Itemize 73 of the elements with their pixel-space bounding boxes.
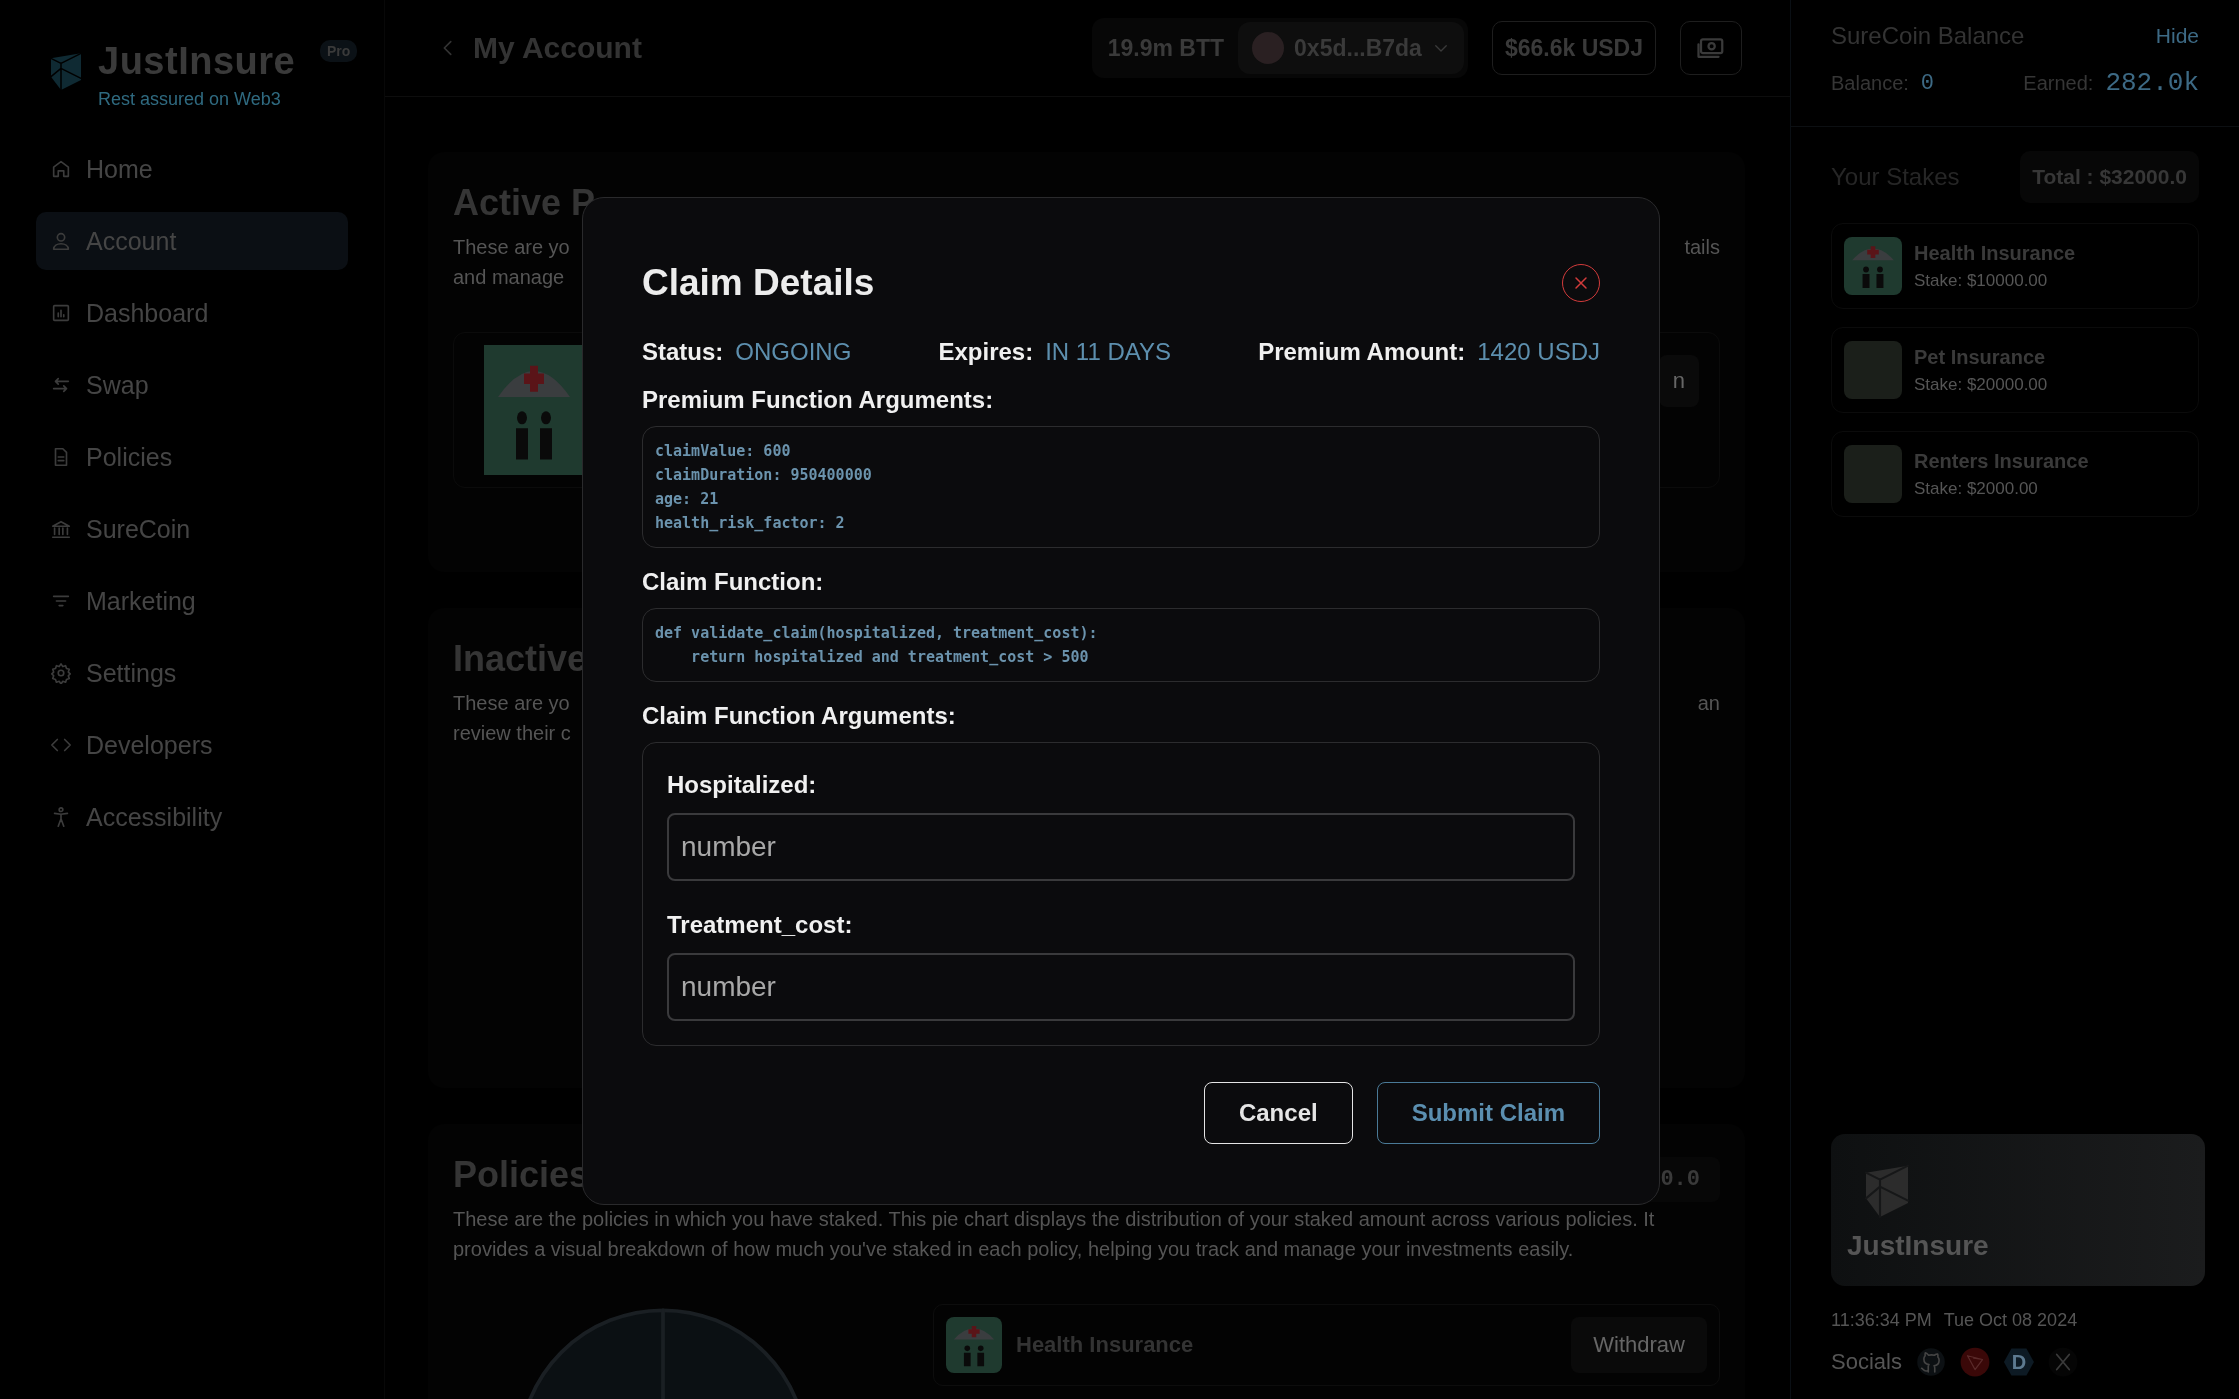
description-text: and manage	[453, 265, 566, 290]
nav-item[interactable]: Account	[36, 212, 348, 270]
stake-name: Health Insurance	[1914, 241, 2076, 265]
nav-item[interactable]: Accessibility	[36, 788, 348, 846]
brand-name: JustInsure	[98, 40, 296, 83]
policy-image	[946, 1317, 1002, 1373]
github-icon	[1915, 1347, 1946, 1377]
code-line: return hospitalized and treatment_cost > 500	[690, 647, 1090, 668]
brand-name: JustInsure	[1847, 1230, 1990, 1262]
earned-value: 282.0k	[2105, 68, 2199, 98]
field-label: Treatment_cost:	[667, 911, 854, 939]
nav-item[interactable]: Swap	[36, 356, 348, 414]
code-line: age: 21	[655, 489, 720, 510]
field-label: Hospitalized:	[667, 771, 818, 799]
policy-button[interactable]: n	[1658, 355, 1699, 407]
cancel-button[interactable]: Cancel	[1203, 1082, 1353, 1144]
code-line: health_risk_factor: 2	[655, 513, 846, 534]
triangle-logo-icon	[1959, 1347, 1990, 1377]
bank-icon	[50, 518, 72, 540]
photo-placeholder	[1844, 341, 1902, 399]
home-icon	[50, 158, 72, 180]
description-text: These are the policies in which you have staked. This pie chart displays the distribution of your staked amount across various policies. It provides a visual breakdown of how much you've staked in each policy, helping you track and manage your investments easily.	[453, 1207, 1656, 1262]
clock-time: 11:36:34 PM	[1831, 1310, 1932, 1331]
code-line: def validate_claim(hospitalized, treatment_cost):	[655, 623, 1099, 644]
submit-button[interactable]: Submit Claim	[1376, 1082, 1600, 1144]
input-field[interactable]: number	[667, 953, 1575, 1021]
modal-title: Claim Details	[642, 262, 875, 304]
field-label: Status:	[642, 338, 724, 366]
description-text: These are yo	[453, 235, 570, 260]
user-icon	[50, 230, 72, 252]
policy-image	[1844, 237, 1902, 295]
stake-card[interactable]: Renters Insurance Stake: $2000.00	[1831, 431, 2199, 517]
balance-value: 0	[1920, 70, 1935, 96]
field-value: IN 11 DAYS	[1045, 338, 1171, 366]
description-text: tails	[1684, 235, 1720, 260]
stake-amount: Stake: $10000.00	[1914, 270, 2049, 291]
field-label: Expires:	[938, 338, 1034, 366]
stake-amount: Stake: $2000.00	[1914, 478, 2039, 499]
photo-placeholder	[1844, 445, 1902, 503]
letter-logo-icon: D	[2003, 1347, 2034, 1377]
socials-label: Socials	[1831, 1349, 1902, 1375]
usdj-balance-button[interactable]: $66.6k USDJ	[1491, 21, 1656, 75]
stake-card[interactable]: Health Insurance Stake: $10000.00	[1831, 223, 2199, 309]
stake-name: Pet Insurance	[1914, 345, 2047, 369]
stake-card[interactable]: Pet Insurance Stake: $20000.00	[1831, 327, 2199, 413]
nav-item[interactable]: Settings	[36, 644, 348, 702]
withdraw-button[interactable]: Withdraw	[1571, 1317, 1707, 1373]
description-text: an	[1697, 691, 1720, 716]
description-text: These are yo	[453, 691, 571, 716]
nav-item[interactable]: Developers	[36, 716, 348, 774]
field-label: Premium Amount:	[1258, 338, 1466, 366]
input-field[interactable]: number	[667, 813, 1575, 881]
nav-item[interactable]: Policies	[36, 428, 348, 486]
code-line: claimValue: 600	[655, 441, 792, 462]
avatar-icon	[1252, 32, 1285, 64]
nav-item[interactable]: Home	[36, 140, 348, 198]
tagline: Rest assured on Web3	[98, 89, 282, 110]
hide-link[interactable]: Hide	[2155, 24, 2199, 48]
stake-amount: Stake: $20000.00	[1914, 374, 2048, 395]
stake-name: Renters Insurance	[1914, 449, 2089, 473]
nav-item[interactable]: Dashboard	[36, 284, 348, 342]
settings-icon	[50, 662, 72, 684]
section-heading: Premium Function Arguments:	[642, 386, 995, 414]
field-value: 1420 USDJ	[1477, 338, 1600, 366]
nav-item[interactable]: Marketing	[36, 572, 348, 630]
section-heading: Claim Function:	[642, 568, 825, 596]
section-heading: Claim Function Arguments:	[642, 702, 957, 730]
code-line: claimDuration: 950400000	[655, 465, 873, 486]
field-value: ONGOING	[735, 338, 852, 366]
clock-date: Tue Oct 08 2024	[1943, 1310, 2078, 1331]
description-text: review their c	[453, 721, 571, 746]
nav-item[interactable]: SureCoin	[36, 500, 348, 558]
chart-icon	[50, 302, 72, 324]
